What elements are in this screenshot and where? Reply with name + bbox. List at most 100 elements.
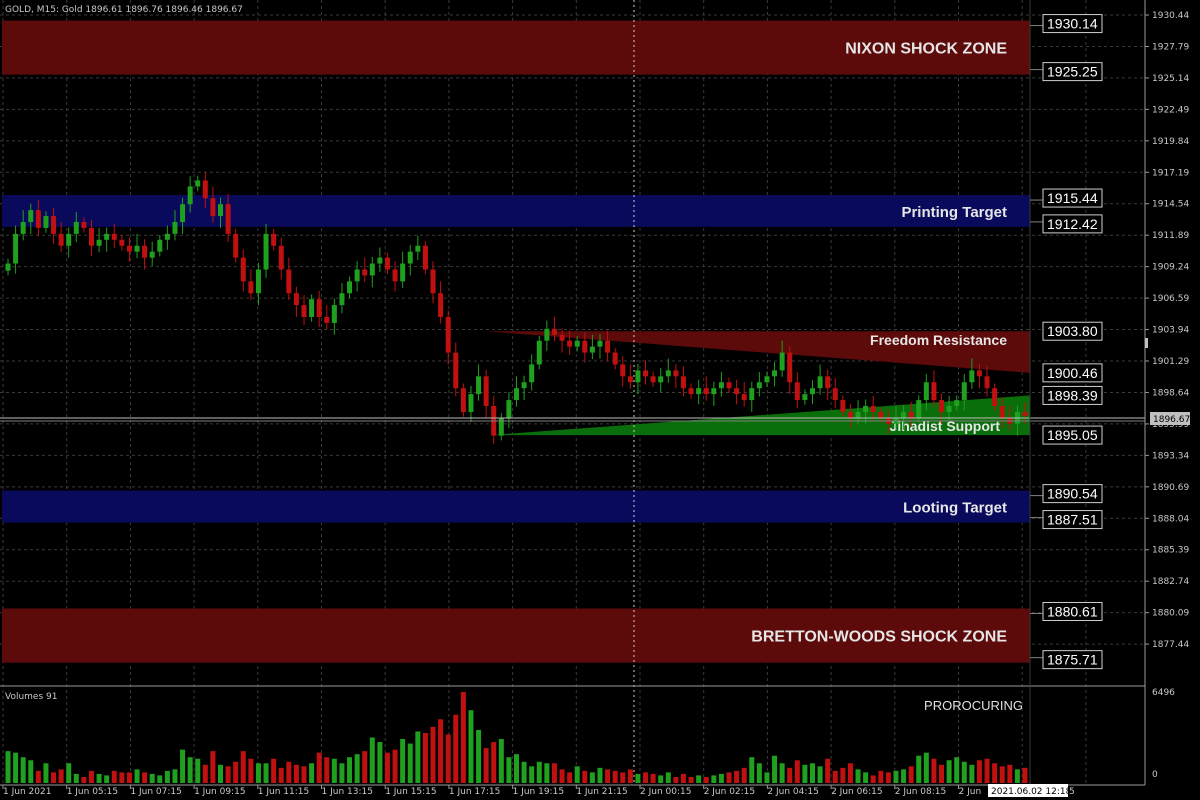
candle-body (438, 293, 444, 317)
volume-bar (483, 748, 489, 783)
volume-bar (476, 729, 482, 783)
volume-bar (878, 770, 884, 783)
volume-bar (331, 758, 337, 783)
candle-body (536, 340, 542, 365)
candle-body (362, 269, 368, 276)
candle-body (809, 388, 815, 395)
candle-body (430, 269, 436, 294)
candle-body (187, 186, 193, 205)
candle-body (460, 388, 466, 412)
candle-body (195, 180, 201, 187)
volume-bar (271, 758, 277, 783)
price-label-value: 1890.54 (1047, 486, 1098, 502)
price-tick-label: 1919.84 (1152, 137, 1189, 147)
candle-body (483, 376, 489, 406)
candle-body (901, 411, 907, 418)
zone-label: BRETTON-WOODS SHOCK ZONE (751, 629, 1007, 646)
volume-axis-top: 6496 (1152, 688, 1175, 698)
price-label-value: 1875.71 (1047, 652, 1098, 668)
volume-bar (453, 714, 459, 783)
candle-body (20, 222, 26, 234)
candle-body (28, 210, 34, 223)
candle-body (589, 346, 595, 353)
volume-bar (1022, 767, 1028, 783)
candle-body (134, 245, 140, 252)
time-tick-label: 1 Jun 13:15 (322, 787, 373, 797)
candle-body (164, 233, 170, 240)
volume-bar (43, 763, 49, 783)
price-label-value: 1903.80 (1047, 323, 1098, 339)
chart-grid (0, 0, 1145, 785)
volume-bar (544, 763, 550, 783)
candle-body (384, 257, 390, 270)
volume-bar (589, 772, 595, 783)
candle-body (680, 376, 686, 389)
price-label-value: 1912.42 (1047, 216, 1098, 232)
volume-bar (718, 773, 724, 783)
price-axis-handle[interactable] (1145, 338, 1148, 348)
volume-bar (438, 719, 444, 783)
candle-body (51, 216, 57, 234)
volume-bar (756, 763, 762, 783)
volume-bar (142, 772, 148, 783)
volume-bar (521, 761, 527, 783)
candle-body (240, 257, 246, 282)
volume-bar (164, 770, 170, 783)
candle-body (218, 204, 224, 217)
time-tick-label: 2 Jun 04:15 (767, 787, 818, 797)
candle-body (840, 400, 846, 412)
volume-bar (104, 775, 110, 783)
price-tick-label: 1882.74 (1152, 577, 1189, 587)
candle-body (999, 405, 1005, 418)
volume-bar (809, 763, 815, 783)
volume-bar (976, 760, 982, 783)
current-price-label: 1896.67 (1153, 415, 1190, 425)
candle-body (301, 305, 307, 317)
candle-body (119, 239, 125, 246)
candle-body (422, 245, 428, 270)
volume-bar (347, 757, 353, 783)
volume-bar (28, 760, 34, 783)
volume-bar (415, 731, 421, 783)
volume-bar (650, 773, 656, 783)
volume-bar (673, 776, 679, 783)
volume-bar (749, 757, 755, 783)
volume-bar (400, 739, 406, 783)
candle-body (863, 405, 869, 412)
candle-body (612, 352, 618, 365)
volume-bar (491, 742, 497, 783)
price-label-value: 1895.05 (1047, 427, 1098, 443)
candle-body (293, 293, 299, 306)
volume-bar (787, 767, 793, 783)
price-label-value: 1915.44 (1047, 190, 1098, 206)
volume-bar (195, 758, 201, 783)
candle-body (832, 388, 838, 401)
volume-bar (711, 775, 717, 783)
candle-body (718, 382, 724, 389)
volume-bar (946, 760, 952, 783)
price-tick-label: 1927.79 (1152, 42, 1189, 52)
volume-bar (369, 737, 375, 783)
volume-bar (96, 773, 102, 783)
volume-bar (559, 769, 565, 783)
price-label-value: 1898.39 (1047, 387, 1098, 403)
candle-body (316, 299, 322, 317)
price-tick-label: 1898.64 (1152, 388, 1189, 398)
candle-body (855, 411, 861, 418)
volume-bar (961, 761, 967, 783)
candle-body (574, 340, 580, 347)
volume-bar (680, 773, 686, 783)
volume-bar (908, 766, 914, 783)
candle-body (331, 305, 337, 323)
candle-body (369, 263, 375, 276)
volume-bar (293, 764, 299, 783)
price-tick-label: 1930.44 (1152, 11, 1189, 21)
volume-bar (149, 773, 155, 783)
volume-bar (255, 763, 261, 783)
volume-bar (514, 754, 519, 783)
candle-body (172, 222, 178, 234)
trading-chart[interactable]: NIXON SHOCK ZONE Printing Target Looting T… (0, 0, 1200, 800)
candle-body (627, 376, 633, 383)
volume-bar (658, 775, 664, 783)
time-tick-label: 1 Jun 09:15 (194, 787, 245, 797)
